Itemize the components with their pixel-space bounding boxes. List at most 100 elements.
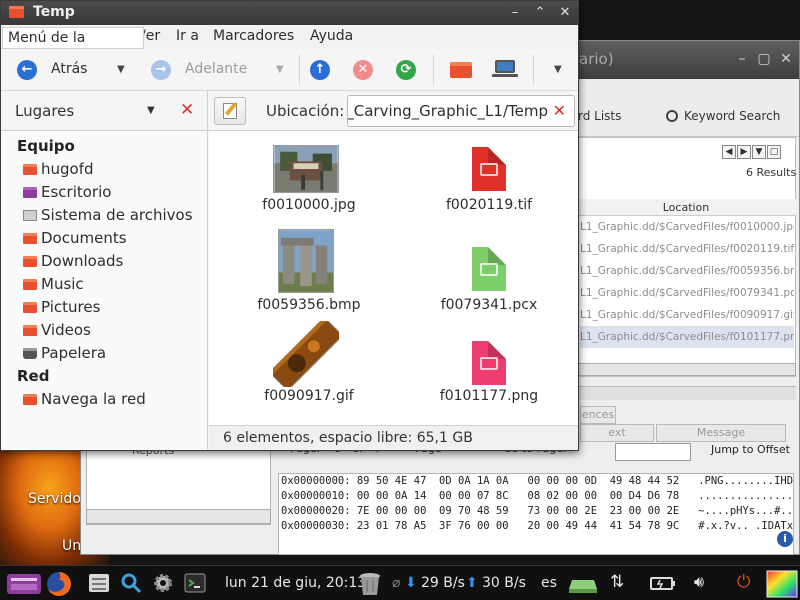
picture-glyph-icon [480,357,498,370]
location-input[interactable]: 2_Carving_Graphic_L1/Temp ✕ [347,95,575,127]
file-manager-icon[interactable] [88,572,110,594]
download-arrow-icon: ⬇ [405,575,417,591]
result-row[interactable]: L1_Graphic.dd/$CarvedFiles/f0079341.pcx [580,282,794,304]
result-row[interactable]: L1_Graphic.dd/$CarvedFiles/f0101177.png [580,326,794,348]
file-name: f0020119.tif [445,197,533,213]
close-icon[interactable]: ✕ [778,51,794,67]
sidebar-item-label: hugofd [41,160,94,178]
file-item[interactable]: f0020119.tif [409,143,569,223]
file-item[interactable]: f0101177.png [409,321,569,404]
home-folder-icon[interactable] [450,62,472,78]
sidebar-header: Lugares ▼ ✕ [1,91,208,131]
parent-folder-up-icon[interactable]: ↑ [310,60,330,80]
drive-icon[interactable] [568,572,598,594]
firefox-icon[interactable] [46,571,72,597]
toolbar-separator [533,55,534,85]
minimize-icon[interactable]: – [734,51,750,67]
battery-icon[interactable] [650,572,676,594]
menu-help[interactable]: Ayuda [310,28,353,44]
forward-arrow-icon: → [151,60,171,80]
clear-location-icon[interactable]: ✕ [553,101,566,120]
menu-bookmarks[interactable]: Marcadores [213,28,294,44]
sidebar-mode-caret-icon[interactable]: ▼ [147,105,155,116]
result-navigation: ◀ ▶ ▼ ▢ [722,143,782,159]
transfer-arrows-icon[interactable]: ⇅ [610,572,624,592]
maximize-icon[interactable]: ⌃ [531,4,549,22]
trash-icon[interactable] [358,571,382,597]
window-menu-item[interactable]: Menú de la ventana [2,27,144,66]
network-activity-icon: ⌀ [392,575,401,591]
app-menu-icon[interactable] [6,571,42,597]
file-manager-window[interactable]: Temp – ⌃ ✕ /er Ir a Marcadores Ayuda Men… [0,0,579,451]
photo-thumbnail-icon [278,229,334,293]
back-button[interactable]: Atrás [51,61,87,77]
file-item[interactable]: f0010000.jpg [229,143,389,223]
hex-line: 0x00000030: 23 01 78 A5 3F 76 00 00 20 0… [281,520,794,532]
status-bar: 6 elementos, espacio libre: 65,1 GB [209,425,578,450]
settings-gear-icon[interactable] [152,572,174,594]
toolbar-overflow-caret-icon[interactable]: ▼ [554,64,562,75]
sidebar-item-label: Videos [41,321,91,339]
hex-line: 0x00000010: 00 00 0A 14 00 00 07 8C 08 0… [281,490,794,502]
desktop-icon-label[interactable]: Servido [28,491,81,507]
window-title: Temp [33,4,75,20]
sidebar-close-icon[interactable]: ✕ [180,100,194,120]
next-arrow-icon[interactable]: ▶ [737,145,751,159]
tab-text[interactable]: ext [580,424,654,442]
terminal-icon[interactable] [184,572,206,594]
file-item[interactable]: f0079341.pcx [409,229,569,313]
power-icon[interactable]: ⏻ [737,572,750,592]
location-bar: Ubicación: 2_Carving_Graphic_L1/Temp ✕ [208,91,578,131]
tab-references[interactable]: ences [580,406,616,424]
info-icon[interactable]: i [777,531,793,547]
edit-location-button[interactable] [214,97,246,125]
computer-icon[interactable] [495,60,515,73]
menu-go[interactable]: Ir a [176,28,199,44]
window-restore-icon[interactable]: ▢ [767,145,781,159]
results-number: 6 [746,166,753,179]
file-item[interactable]: f0059356.bmp [229,229,389,313]
upload-arrow-icon: ⬆ [466,575,478,591]
file-name: f0101177.png [439,388,539,404]
reload-icon[interactable]: ⟳ [396,60,416,80]
sidebar-section-heading: Equipo [17,137,75,155]
search-icon[interactable] [120,572,142,594]
folder-icon [23,233,37,244]
result-row[interactable]: L1_Graphic.dd/$CarvedFiles/f0090917.gif [580,304,794,326]
close-icon[interactable]: ✕ [556,4,574,22]
dropdown-arrow-icon[interactable]: ▼ [752,145,766,159]
jump-to-offset-button[interactable]: Jump to Offset [711,443,790,456]
desktop-icon-label[interactable]: Un [62,538,81,554]
back-history-caret-icon[interactable]: ▼ [117,64,125,75]
keyword-lists-button[interactable]: rd Lists [578,109,621,123]
tree-horizontal-scrollbar[interactable] [86,509,271,524]
upload-rate: 30 B/s [482,575,526,591]
previous-arrow-icon[interactable]: ◀ [722,145,736,159]
location-column-header[interactable]: Location [576,199,796,216]
back-arrow-icon[interactable]: ← [17,60,37,80]
sidebar-section-heading: Red [17,367,50,385]
keyword-search-button[interactable]: Keyword Search [666,109,780,123]
picture-glyph-icon [480,163,498,176]
sidebar-item-label: Sistema de archivos [41,206,193,224]
go-to-page-input[interactable] [615,443,691,461]
file-view[interactable]: f0010000.jpg f0020119.tif f0059356.bmp f… [209,131,578,425]
hex-viewer[interactable]: 0x00000000: 89 50 4E 47 0D 0A 1A 0A 00 0… [278,473,794,555]
result-row[interactable]: L1_Graphic.dd/$CarvedFiles/f0059356.bmp [580,260,794,282]
keyboard-layout[interactable]: es [541,575,557,591]
result-row[interactable]: L1_Graphic.dd/$CarvedFiles/f0010000.jpg [580,216,794,238]
panel-splitter[interactable] [576,386,796,400]
clock[interactable]: lun 21 de giu, 20:13 [225,575,366,591]
file-manager-titlebar[interactable]: Temp – ⌃ ✕ [1,1,578,25]
image-file-icon [472,147,506,191]
results-horizontal-scrollbar[interactable] [576,363,796,376]
volume-icon[interactable]: 🔊︎ [694,572,704,592]
maximize-icon[interactable]: ▢ [756,51,772,67]
sidebar-item-label: Downloads [41,252,124,270]
sidebar-item-label: Navega la red [41,390,146,408]
minimize-icon[interactable]: – [506,4,524,22]
file-item[interactable]: f0090917.gif [229,321,389,404]
result-row[interactable]: L1_Graphic.dd/$CarvedFiles/f0020119.tif [580,238,794,260]
color-palette-icon[interactable] [766,570,798,598]
tab-message[interactable]: Message [656,424,786,442]
